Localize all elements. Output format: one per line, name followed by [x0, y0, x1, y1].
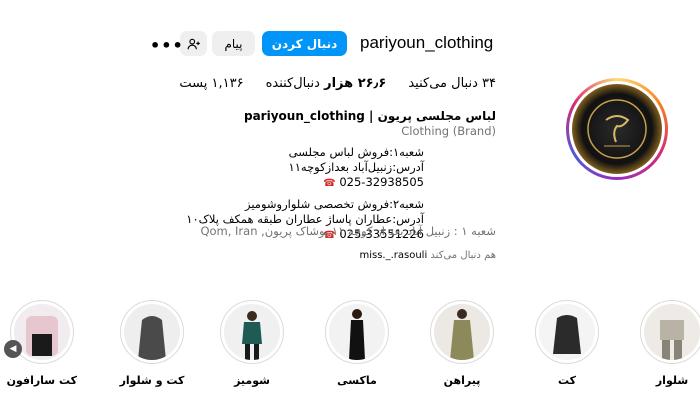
highlight-label: پیراهن	[443, 374, 481, 387]
highlight-thumbnail	[434, 304, 490, 360]
highlight-label: شومیز	[234, 374, 270, 387]
highlight-label: کت سارافون	[6, 374, 77, 387]
logo-emblem-icon	[587, 99, 647, 159]
highlight-item[interactable]: ماکسی	[322, 300, 392, 387]
followed-by-user: miss._.rasouli	[359, 250, 428, 261]
highlight-label: ماکسی	[337, 374, 377, 387]
profile-avatar[interactable]	[566, 78, 668, 180]
chevron-left-icon[interactable]: ◀	[4, 340, 22, 358]
bio-phone: ☎ 025-32938505	[136, 175, 424, 191]
highlight-thumbnail	[224, 304, 280, 360]
followed-by[interactable]: هم دنبال می‌کند miss._.rasouli	[359, 250, 496, 261]
followers-count[interactable]: ۲۶٫۶ هزار دنبال‌کننده	[266, 76, 387, 91]
followed-by-label: هم دنبال می‌کند	[430, 250, 496, 261]
bio-line: شعبه۱:فروش لباس مجلسی	[288, 145, 424, 159]
highlight-thumbnail	[124, 304, 180, 360]
phone-icon: ☎	[323, 178, 336, 189]
profile-full-name: لباس مجلسی پریون | pariyoun_clothing	[243, 109, 496, 123]
profile-bio: لباس مجلسی پریون | pariyoun_clothing Clo…	[136, 109, 496, 243]
highlight-item[interactable]: کت	[532, 300, 602, 387]
highlight-thumbnail	[14, 304, 70, 360]
profile-username: pariyoun_clothing	[360, 33, 494, 52]
highlight-label: کت و شلوار	[119, 374, 185, 387]
highlight-label: شلوار	[655, 374, 689, 387]
profile-stats: ۱,۱۳۶ پست ۲۶٫۶ هزار دنبال‌کننده ۳۴ دنبال…	[179, 76, 496, 91]
highlight-thumbnail	[329, 304, 385, 360]
follow-button[interactable]: دنبال کردن	[262, 31, 347, 56]
followers-label: دنبال‌کننده	[265, 76, 320, 91]
highlight-item[interactable]: پیراهن	[427, 300, 497, 387]
more-options-icon[interactable]: •••	[150, 36, 184, 55]
brand-logo	[572, 84, 662, 174]
bio-line: آدرس:زنبیل‌آباد بعدازکوچه۱۱	[288, 160, 424, 174]
highlight-label: کت	[557, 374, 577, 387]
followers-number: ۲۶٫۶ هزار	[324, 76, 387, 91]
add-user-icon	[187, 38, 200, 49]
highlight-item[interactable]: شومیز	[217, 300, 287, 387]
bio-line: شعبه۲:فروش تخصصی شلواروشومیز	[244, 197, 424, 211]
highlight-item[interactable]: کت و شلوار	[117, 300, 187, 387]
message-button[interactable]: پیام	[212, 31, 255, 56]
highlight-item[interactable]: شلوار	[637, 300, 700, 387]
phone-number: 025-32938505	[339, 175, 424, 189]
following-count[interactable]: ۳۴ دنبال می‌کنید	[408, 76, 496, 91]
profile-address[interactable]: شعبه ۱ : زنبیل آباد بعد از کوچه ۱۱ پوشاک…	[200, 224, 496, 238]
story-highlights: کت سارافون کت و شلوار شومیز ماکسی پیراهن…	[0, 300, 700, 400]
profile-category: Clothing (Brand)	[401, 124, 496, 138]
posts-count: ۱,۱۳۶ پست	[179, 76, 244, 91]
highlight-thumbnail	[539, 304, 595, 360]
highlight-thumbnail	[644, 304, 700, 360]
suggested-users-button[interactable]	[180, 31, 207, 56]
